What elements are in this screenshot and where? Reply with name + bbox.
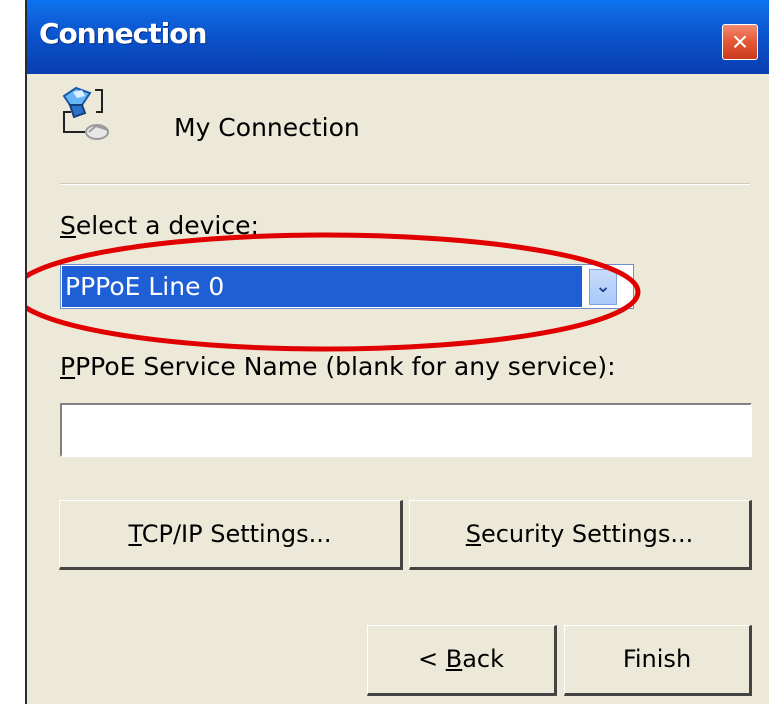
select-device-label: Select a device: xyxy=(60,211,259,240)
security-accesskey: S xyxy=(465,520,481,548)
selected-device-value: PPPoE Line 0 xyxy=(62,266,582,307)
title-bar: Connection × xyxy=(27,0,769,74)
close-icon: × xyxy=(731,26,749,57)
tcp-ip-settings-label: TCP/IP Settings... xyxy=(60,501,400,567)
back-label: < Back xyxy=(368,626,554,693)
security-label-text: ecurity Settings... xyxy=(480,520,694,548)
back-label-text: ack xyxy=(462,645,505,673)
security-settings-button[interactable]: Security Settings... xyxy=(409,500,752,570)
select-device-accesskey: S xyxy=(60,211,76,240)
network-connection-icon xyxy=(62,86,109,140)
finish-label: Finish xyxy=(622,645,692,673)
device-dropdown-button[interactable]: ⌄ xyxy=(589,269,617,305)
back-button[interactable]: < Back xyxy=(367,625,557,696)
connection-name: My Connection xyxy=(174,113,360,142)
left-desktop-border xyxy=(0,0,27,704)
pppoe-service-label-text: PPoE Service Name (blank for any service… xyxy=(75,352,616,381)
pppoe-service-name-input[interactable] xyxy=(60,403,752,457)
finish-button[interactable]: Finish xyxy=(564,625,752,696)
window-title: Connection xyxy=(39,17,207,50)
tcp-ip-accesskey: T xyxy=(128,520,142,548)
tcp-ip-settings-button[interactable]: TCP/IP Settings... xyxy=(59,500,403,570)
chevron-down-icon: ⌄ xyxy=(595,276,611,297)
security-settings-label: Security Settings... xyxy=(410,501,749,567)
separator xyxy=(60,183,750,185)
back-accesskey: B xyxy=(445,645,463,673)
connection-dialog: Connection × My Connection Select a devi… xyxy=(27,0,769,704)
close-button[interactable]: × xyxy=(722,24,758,60)
pppoe-service-name-label: PPPoE Service Name (blank for any servic… xyxy=(60,352,616,381)
device-select[interactable]: PPPoE Line 0 ⌄ xyxy=(60,264,634,309)
pppoe-service-accesskey: P xyxy=(60,352,76,381)
back-label-prefix: < xyxy=(417,645,446,673)
select-device-label-text: elect a device: xyxy=(75,211,259,240)
tcp-ip-label-text: CP/IP Settings... xyxy=(141,520,332,548)
